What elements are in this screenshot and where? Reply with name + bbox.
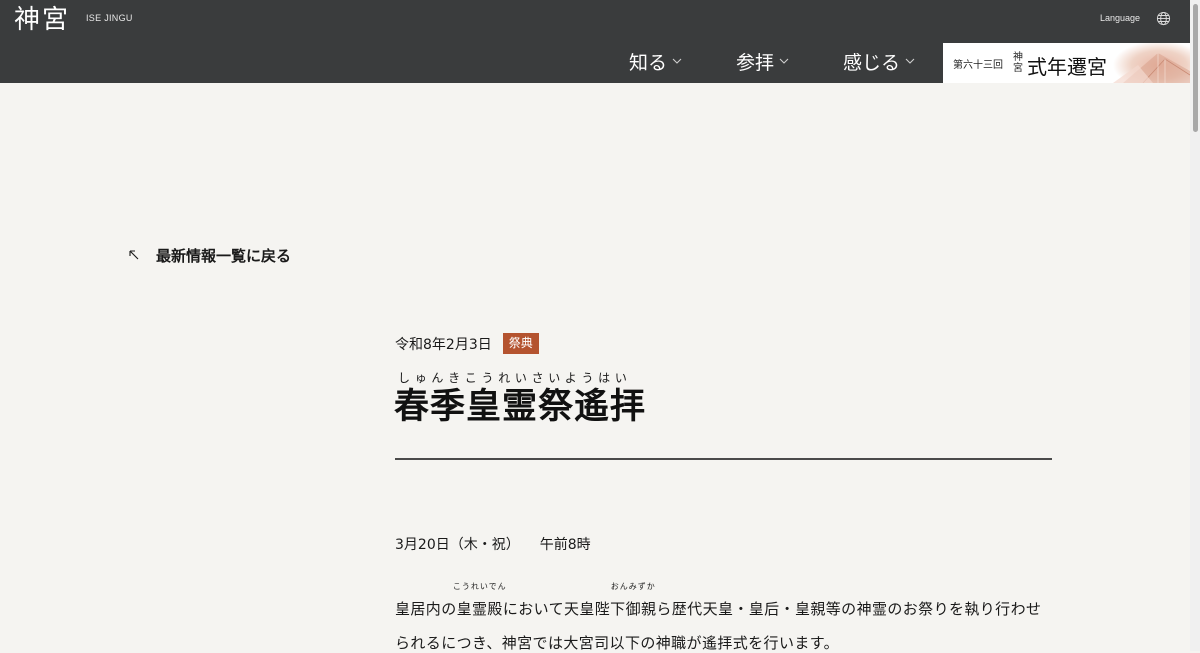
nav-item-label: 知る [629, 52, 668, 74]
nav-item-label: 参拝 [736, 52, 775, 74]
globe-icon[interactable] [1156, 11, 1171, 26]
site-logo[interactable]: 神宮 [14, 4, 70, 36]
title-reading: しゅんきこうれいさいようはい [398, 371, 632, 385]
article-body-line1: 皇居内の こうれいでん 皇霊殿において天皇陛下 おんみずか 御親ら歴代天皇・皇后・皇親等… [395, 582, 1042, 619]
nav-item-shiru[interactable]: 知る [629, 52, 683, 74]
article-meta: 令和8年2月3日 祭典 [395, 333, 539, 354]
site-name[interactable]: ISE JINGU [86, 13, 133, 23]
nav-item-kanjiru[interactable]: 感じる [843, 52, 916, 74]
ruby-base: 皇霊殿 [456, 600, 503, 618]
body-text: 親ら歴代天皇・皇后・皇親等の神霊のお祭りを執り行わせ [640, 600, 1042, 618]
banner-title: 式年遷宮 [1027, 55, 1107, 79]
schedule-time: 午前8時 [539, 537, 591, 553]
title-divider [395, 458, 1052, 460]
arrow-up-left-icon [129, 250, 139, 260]
scrollbar-thumb[interactable] [1193, 4, 1198, 132]
chevron-down-icon [905, 58, 915, 64]
nav-item-label: 感じる [843, 52, 901, 74]
article-date: 令和8年2月3日 [395, 336, 492, 353]
ruby-reading: こうれいでん [452, 582, 507, 591]
ruby-word: こうれいでん 皇霊殿 [453, 582, 506, 619]
body-text: 皇居内の [395, 600, 457, 618]
chevron-down-icon [779, 58, 789, 64]
body-text: において天皇陛下 [502, 600, 626, 618]
back-to-news-link[interactable]: 最新情報一覧に戻る [128, 244, 291, 266]
schedule: 3月20日（木・祝） 午前8時 [395, 534, 591, 554]
banner-shrine-art [1113, 43, 1190, 83]
ruby-word: おんみずか御 [611, 582, 655, 619]
article-title: 春季皇霊祭遙拝 [394, 387, 647, 427]
top-bar: 神宮 ISE JINGU Language [0, 0, 1190, 42]
sengu-banner[interactable]: 第六十三回 神宮 式年遷宮 [943, 43, 1190, 83]
ruby-reading: おんみずか [610, 582, 656, 591]
schedule-date: 3月20日（木・祝） [395, 537, 520, 553]
article-body-line2: られるにつき、神宮では大宮司以下の神職が遙拝式を行います。 [395, 634, 840, 652]
banner-jingu: 神宮 [1013, 52, 1023, 74]
banner-count: 第六十三回 [953, 60, 1003, 71]
chevron-down-icon [672, 58, 682, 64]
ruby-base: 御 [625, 600, 641, 618]
category-badge[interactable]: 祭典 [502, 333, 539, 354]
back-link-label: 最新情報一覧に戻る [156, 246, 292, 265]
nav-item-sanpai[interactable]: 参拝 [736, 52, 790, 74]
language-link[interactable]: Language [1100, 13, 1140, 23]
